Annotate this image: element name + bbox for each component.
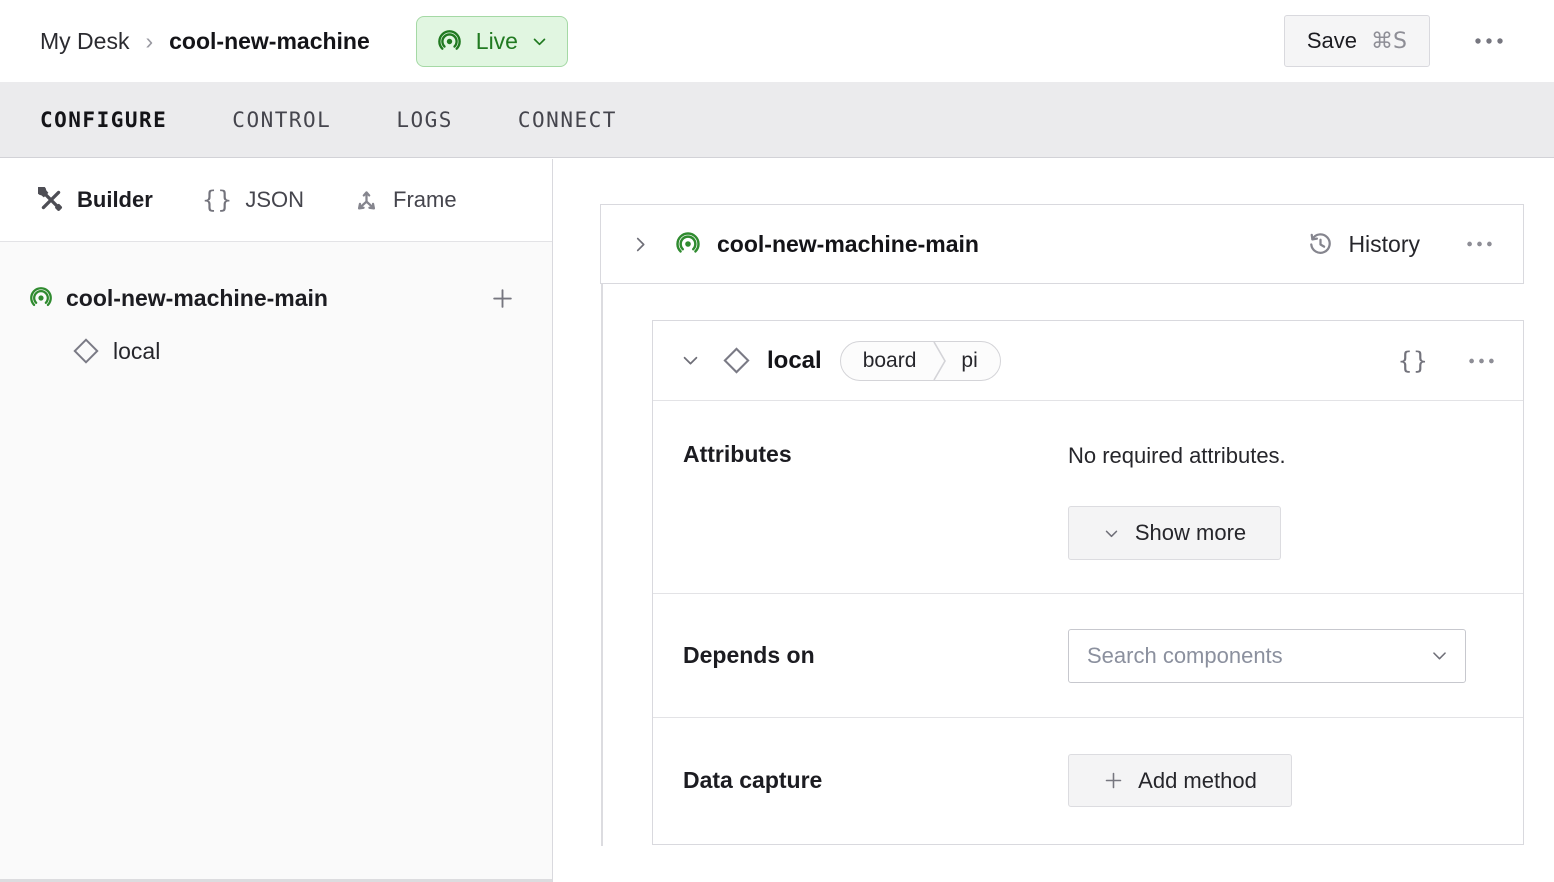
more-options-icon[interactable] [1470,29,1508,53]
history-button[interactable]: History [1307,231,1420,258]
history-button-label: History [1348,231,1420,258]
tab-configure[interactable]: CONFIGURE [40,108,167,132]
tab-control[interactable]: CONTROL [232,108,331,132]
machine-part-title: cool-new-machine-main [717,231,979,258]
tab-logs[interactable]: LOGS [396,108,453,132]
chevron-right-icon[interactable] [631,235,650,254]
tools-icon [38,187,64,213]
history-clock-icon [1307,231,1334,258]
component-title: local [767,347,822,375]
breadcrumb-separator-icon: › [145,28,153,55]
frame-axes-icon [353,187,380,214]
live-status-badge[interactable]: Live [416,16,568,67]
breadcrumb-parent[interactable]: My Desk [40,28,129,55]
plus-icon [1103,770,1124,791]
attributes-empty-text: No required attributes. [1068,443,1286,469]
save-shortcut-hint: ⌘S [1371,29,1407,54]
chevron-down-icon [1103,525,1120,542]
chevron-down-icon[interactable] [1430,646,1449,665]
attributes-label: Attributes [683,441,1068,468]
save-button-label: Save [1307,28,1357,54]
show-more-label: Show more [1135,520,1246,546]
view-tab-builder-label: Builder [77,187,153,213]
badge-type-label: board [841,349,933,373]
broadcast-icon [674,230,702,258]
save-button[interactable]: Save ⌘S [1284,15,1430,67]
config-main-panel: cool-new-machine-main History [554,159,1554,882]
config-sidebar: Builder {} JSON Frame [0,159,553,882]
diamond-icon [722,346,751,375]
show-more-button[interactable]: Show more [1068,506,1281,560]
tab-connect[interactable]: CONNECT [518,108,617,132]
diamond-icon [72,337,100,365]
add-component-icon[interactable] [486,282,519,315]
braces-icon[interactable]: {} [1393,345,1432,377]
depends-on-section: Depends on [653,594,1523,718]
tree-item-machine-part[interactable]: cool-new-machine-main [0,272,552,324]
tree-item-machine-part-label: cool-new-machine-main [66,285,328,312]
badge-divider-chevron-icon [932,341,947,381]
chevron-down-icon[interactable] [681,351,700,370]
data-capture-label: Data capture [683,767,1068,794]
view-tab-json-label: JSON [245,187,304,213]
component-model-badge: board pi [840,341,1001,381]
breadcrumb-machine-name: cool-new-machine [169,28,370,55]
depends-on-combobox[interactable] [1068,629,1466,683]
main-nav-tabbar: CONFIGURE CONTROL LOGS CONNECT [0,82,1554,158]
component-menu-icon[interactable] [1466,349,1497,373]
search-components-input[interactable] [1087,643,1430,669]
add-method-label: Add method [1138,768,1257,794]
view-tab-builder[interactable]: Builder [38,187,153,213]
top-bar: My Desk › cool-new-machine Live Save ⌘S [0,0,1554,82]
view-tab-frame-label: Frame [393,187,457,213]
data-capture-section: Data capture Add method [653,718,1523,843]
topbar-actions: Save ⌘S [1284,15,1508,67]
component-card-local: local board pi {} Attributes No [652,320,1524,845]
view-tab-frame[interactable]: Frame [353,187,457,214]
view-tab-json[interactable]: {} JSON [202,187,304,213]
live-status-label: Live [476,28,518,55]
machine-part-card: cool-new-machine-main History [600,204,1524,284]
broadcast-icon [436,28,463,55]
chevron-down-icon [531,33,548,50]
sidebar-view-tabs: Builder {} JSON Frame [0,159,552,242]
attributes-section: Attributes No required attributes. Show … [653,401,1523,594]
tree-item-local-label: local [113,338,160,365]
depends-on-label: Depends on [683,642,1068,669]
braces-icon: {} [202,188,233,212]
breadcrumb: My Desk › cool-new-machine [40,28,370,55]
tree-item-local-component[interactable]: local [0,324,552,378]
tree-connector-line [601,284,603,846]
add-method-button[interactable]: Add method [1068,754,1292,807]
part-menu-icon[interactable] [1464,232,1495,256]
broadcast-icon [28,285,54,311]
badge-model-label: pi [947,349,999,373]
component-card-header: local board pi {} [653,321,1523,401]
